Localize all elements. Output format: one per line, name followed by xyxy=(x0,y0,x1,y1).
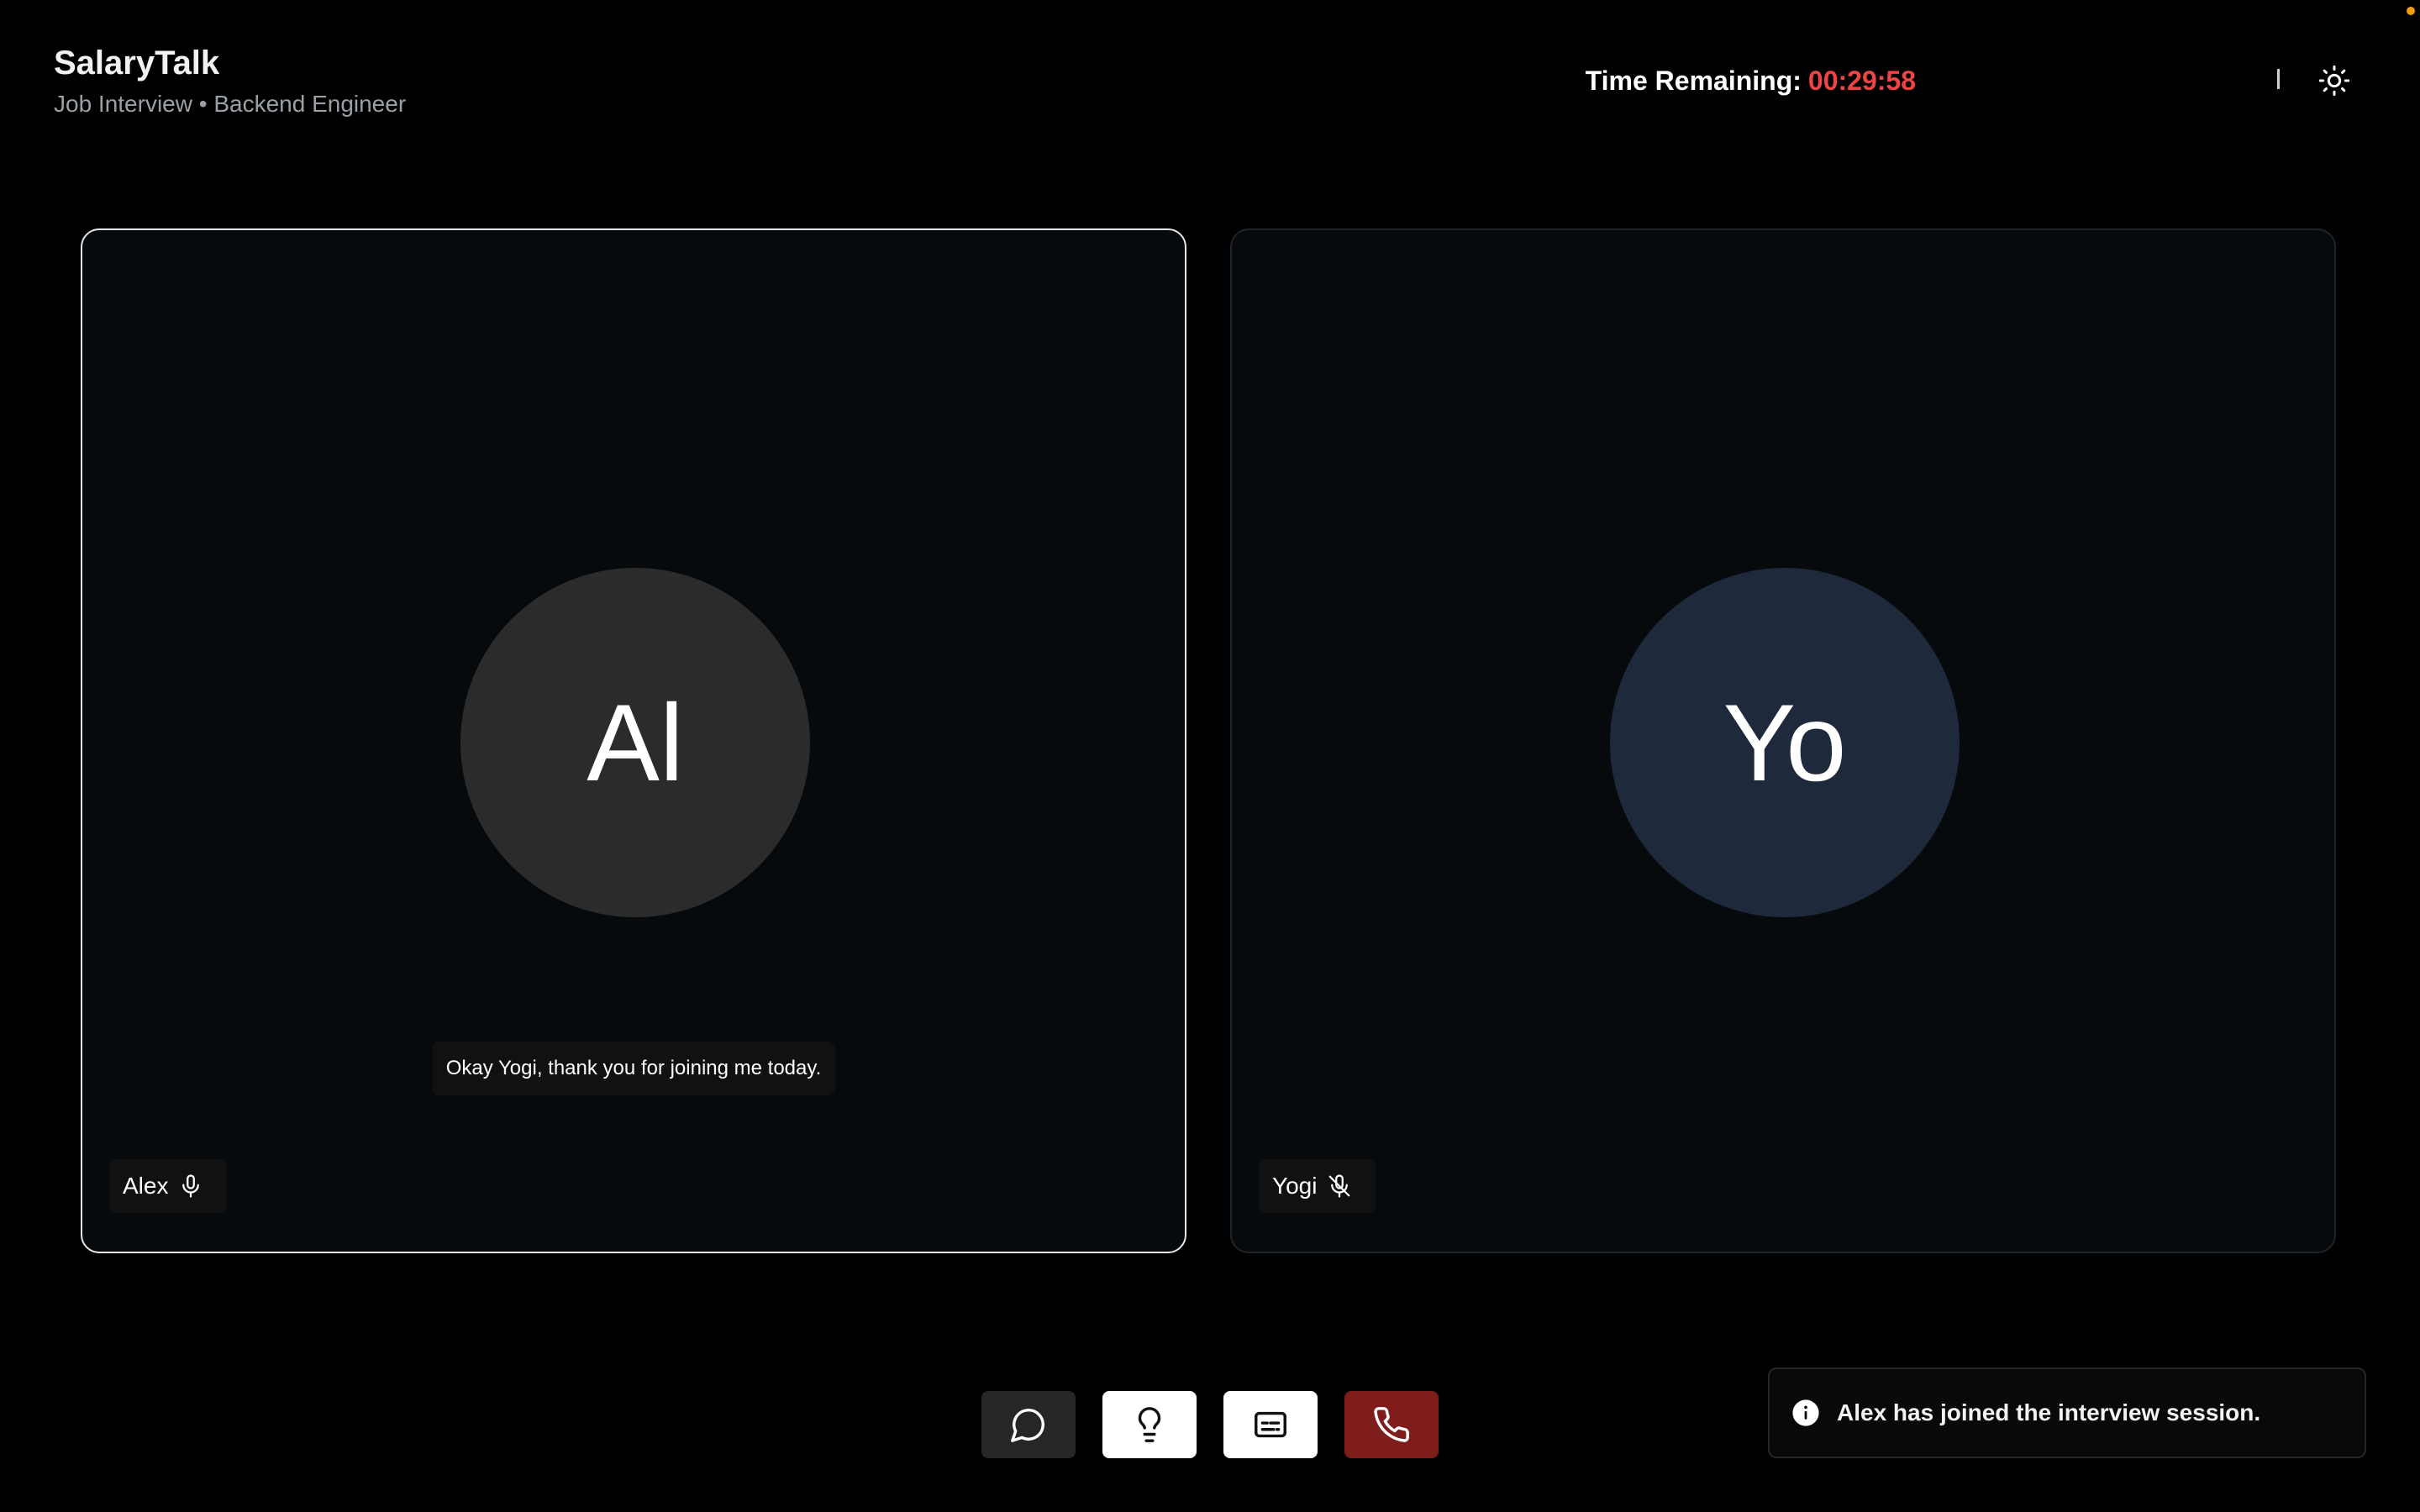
app-title: SalaryTalk xyxy=(54,45,220,81)
live-caption: Okay Yogi, thank you for joining me toda… xyxy=(432,1042,835,1095)
info-icon xyxy=(1792,1399,1819,1426)
lightbulb-icon xyxy=(1138,1407,1161,1442)
end-call-button[interactable] xyxy=(1344,1391,1439,1458)
captions-button[interactable] xyxy=(1223,1391,1318,1458)
time-remaining: Time Remaining: 00:29:58 xyxy=(1586,62,1916,99)
toast-message: Alex has joined the interview session. xyxy=(1837,1399,2261,1425)
participant-name-tag: Yogi xyxy=(1259,1159,1376,1213)
chat-button[interactable] xyxy=(981,1391,1076,1458)
chat-bubble-icon xyxy=(1011,1409,1044,1442)
avatar: Al xyxy=(460,568,810,917)
theme-toggle-button[interactable] xyxy=(2312,59,2356,102)
interview-subtitle: Job Interview • Backend Engineer xyxy=(54,91,407,117)
microphone-icon xyxy=(182,1174,200,1198)
avatar: Yo xyxy=(1610,568,1960,917)
timer-label: Time Remaining: xyxy=(1585,66,1802,96)
participant-name: Yogi xyxy=(1272,1173,1318,1199)
participant-name: Alex xyxy=(123,1173,169,1199)
participant-name-tag: Alex xyxy=(109,1159,228,1213)
microphone-off-icon xyxy=(1329,1174,1350,1198)
phone-icon xyxy=(1374,1407,1409,1442)
participant-tile-yogi[interactable]: Yo Yogi xyxy=(1230,228,2336,1253)
call-controls xyxy=(981,1391,1439,1458)
hints-button[interactable] xyxy=(1102,1391,1197,1458)
timer-value: 00:29:58 xyxy=(1807,66,1916,96)
header-divider xyxy=(2277,69,2280,89)
sun-icon xyxy=(2318,65,2350,97)
closed-captions-icon xyxy=(1255,1411,1286,1438)
notification-toast: Alex has joined the interview session. xyxy=(1768,1368,2366,1458)
status-dot xyxy=(2407,7,2415,15)
participant-tile-alex[interactable]: Al Okay Yogi, thank you for joining me t… xyxy=(81,228,1186,1253)
